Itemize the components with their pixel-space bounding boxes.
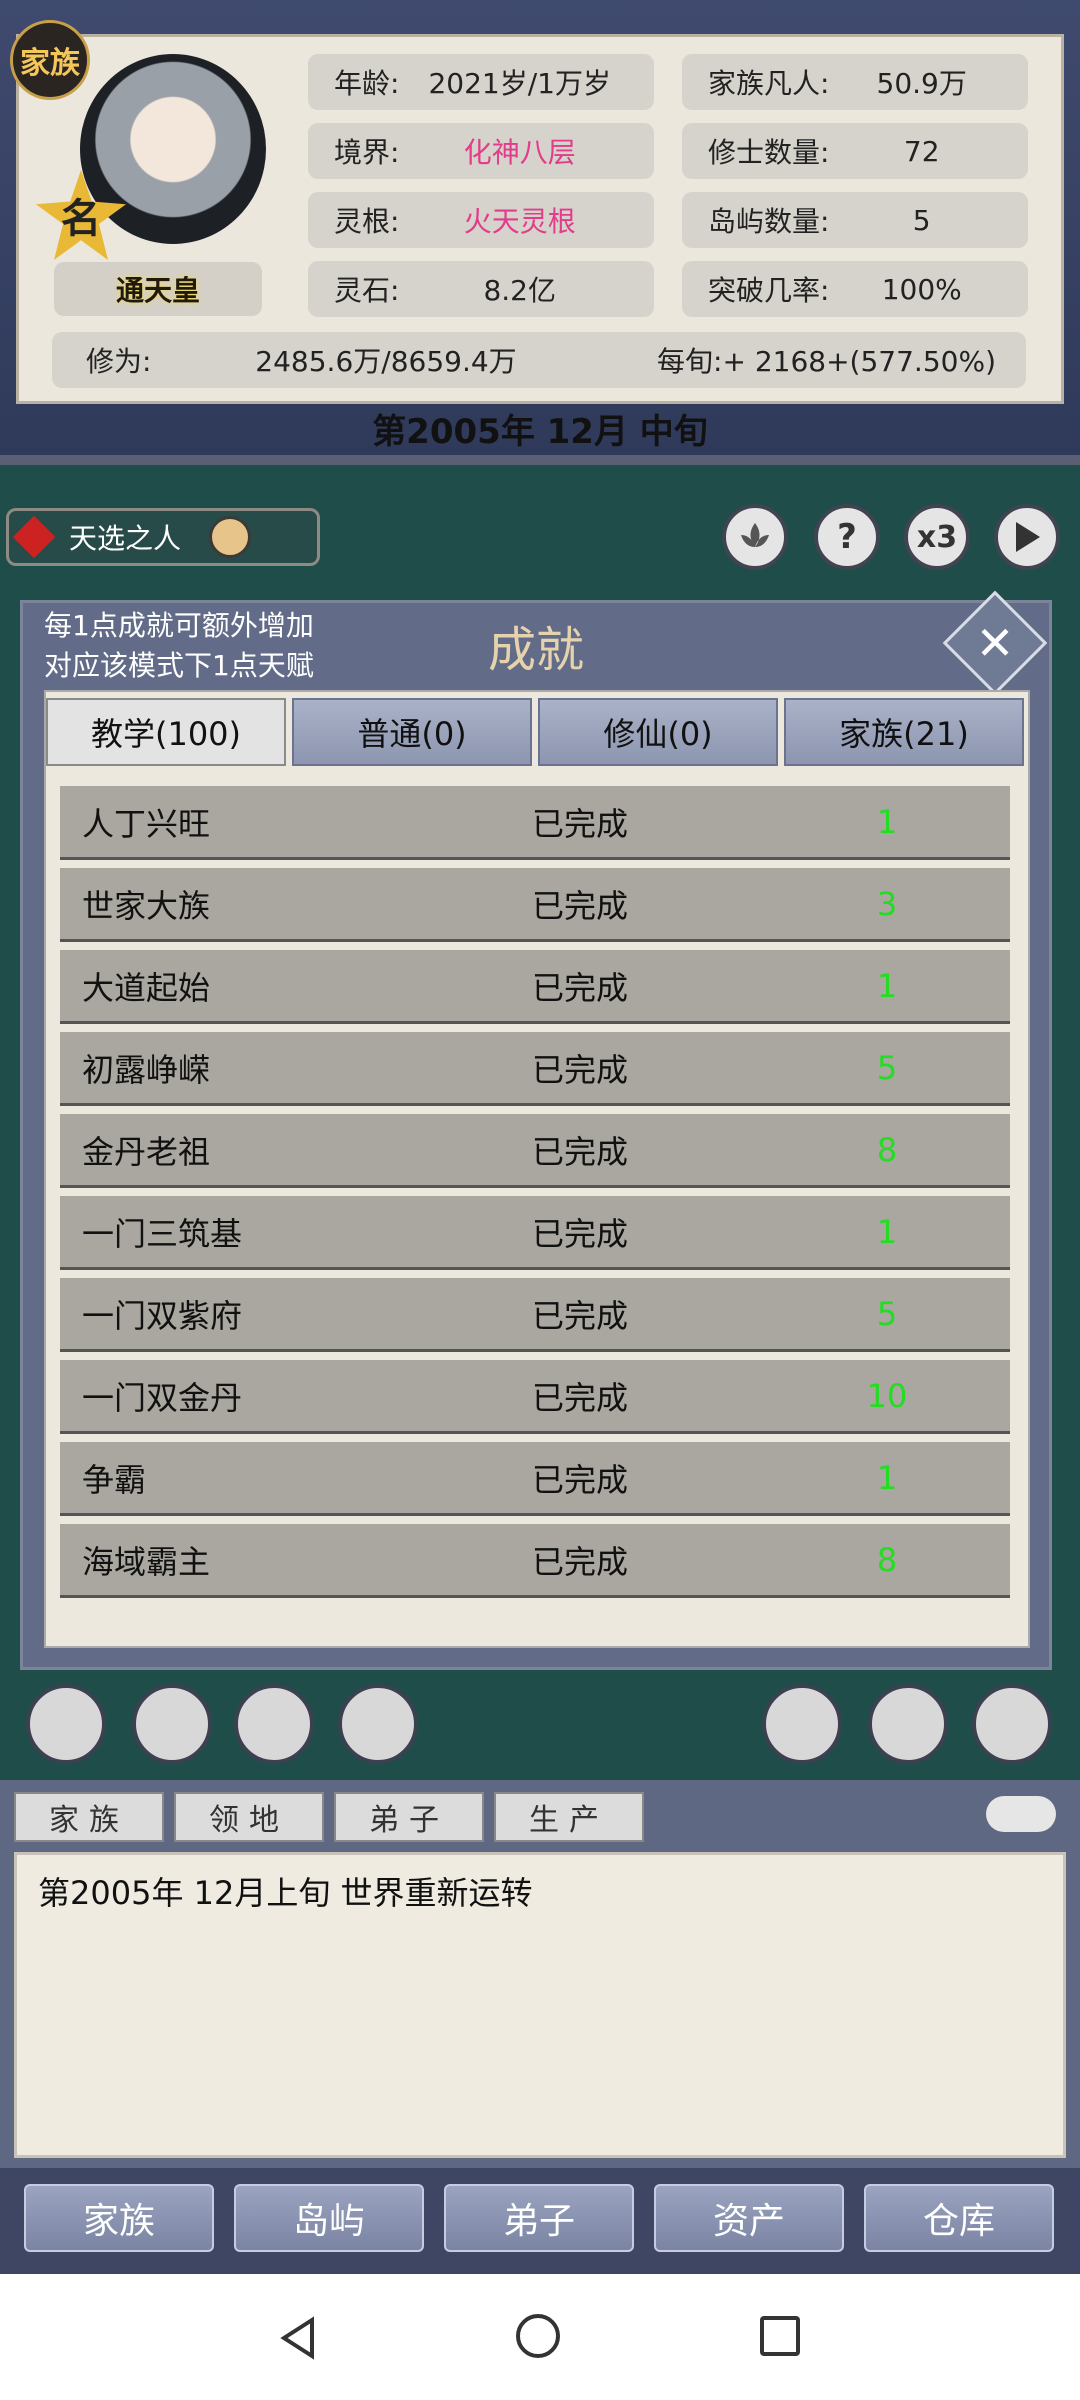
log-tab-disciples[interactable]: 弟子 xyxy=(334,1792,484,1842)
achievements-title: 成就 xyxy=(488,622,585,678)
list-item: 争霸 已完成 1 xyxy=(60,1442,1010,1516)
log-tab-family[interactable]: 家族 xyxy=(14,1792,164,1842)
toggle-log-icon[interactable] xyxy=(986,1796,1056,1832)
stat-mortals: 家族凡人: 50.9万 xyxy=(682,54,1028,110)
pointer-hand-icon xyxy=(209,516,252,558)
stat-islands: 岛屿数量: 5 xyxy=(682,192,1028,248)
list-item: 大道起始 已完成 1 xyxy=(60,950,1010,1024)
speed-button[interactable]: x3 xyxy=(904,504,970,570)
nav-disciples[interactable]: 弟子 xyxy=(444,2184,634,2252)
tab-cultivation[interactable]: 修仙(0) xyxy=(538,698,778,766)
list-item: 海域霸主 已完成 8 xyxy=(60,1524,1010,1598)
divider xyxy=(0,455,1080,465)
nav-assets[interactable]: 资产 xyxy=(654,2184,844,2252)
stat-spirit-root: 灵根: 火天灵根 xyxy=(308,192,654,248)
list-item: 金丹老祖 已完成 8 xyxy=(60,1114,1010,1188)
home-icon[interactable] xyxy=(516,2314,560,2358)
achievement-tabs: 教学(100) 普通(0) 修仙(0) 家族(21) xyxy=(46,698,1024,766)
list-item: 初露峥嵘 已完成 5 xyxy=(60,1032,1010,1106)
nav-islands[interactable]: 岛屿 xyxy=(234,2184,424,2252)
meditate-icon[interactable] xyxy=(26,1684,106,1764)
flag-icon[interactable] xyxy=(868,1684,948,1764)
stat-cultivators: 修士数量: 72 xyxy=(682,123,1028,179)
list-item: 一门双金丹 已完成 10 xyxy=(60,1360,1010,1434)
log-tab-territory[interactable]: 领地 xyxy=(174,1792,324,1842)
close-icon[interactable]: ✕ xyxy=(958,606,1032,680)
log-text: 第2005年 12月上旬 世界重新运转 xyxy=(38,1874,533,1912)
stat-spirit-stones: 灵石: 8.2亿 xyxy=(308,261,654,317)
current-date: 第2005年 12月 中旬 xyxy=(372,411,708,452)
achievement-list[interactable]: 人丁兴旺 已完成 1 世家大族 已完成 3 大道起始 已完成 1 初露峥嵘 已完成 5 金丹老祖… xyxy=(60,786,1010,1632)
chosen-one-button[interactable]: 天选之人 xyxy=(6,508,320,566)
cultivation-bar: 修为: 2485.6万/8659.4万 每旬:+ 2168+(577.50%) xyxy=(52,332,1026,388)
achievements-note: 每1点成就可额外增加 对应该模式下1点天赋 xyxy=(44,609,314,682)
disciple-icon[interactable] xyxy=(132,1684,212,1764)
alert-icon xyxy=(12,515,56,559)
tab-teaching[interactable]: 教学(100) xyxy=(46,698,286,766)
play-icon[interactable] xyxy=(994,504,1060,570)
list-item: 人丁兴旺 已完成 1 xyxy=(60,786,1010,860)
scroll-icon[interactable] xyxy=(234,1684,314,1764)
log-tab-production[interactable]: 生产 xyxy=(494,1792,644,1842)
back-icon[interactable] xyxy=(278,2316,318,2364)
temple-icon[interactable] xyxy=(762,1684,842,1764)
tab-normal[interactable]: 普通(0) xyxy=(292,698,532,766)
help-button[interactable]: ? xyxy=(814,504,880,570)
tab-family[interactable]: 家族(21) xyxy=(784,698,1024,766)
character-title: 通天皇 xyxy=(54,262,262,316)
hammer-icon[interactable] xyxy=(338,1684,418,1764)
stat-realm: 境界: 化神八层 xyxy=(308,123,654,179)
lotus-icon[interactable] xyxy=(722,504,788,570)
stat-age: 年龄: 2021岁/1万岁 xyxy=(308,54,654,110)
recents-icon[interactable] xyxy=(760,2316,800,2356)
nav-family[interactable]: 家族 xyxy=(24,2184,214,2252)
nav-warehouse[interactable]: 仓库 xyxy=(864,2184,1054,2252)
list-item: 世家大族 已完成 3 xyxy=(60,868,1010,942)
gear-icon[interactable] xyxy=(972,1684,1052,1764)
list-item: 一门三筑基 已完成 1 xyxy=(60,1196,1010,1270)
family-badge[interactable]: 家族 xyxy=(10,20,90,100)
stat-breakthrough: 突破几率: 100% xyxy=(682,261,1028,317)
list-item: 一门双紫府 已完成 5 xyxy=(60,1278,1010,1352)
